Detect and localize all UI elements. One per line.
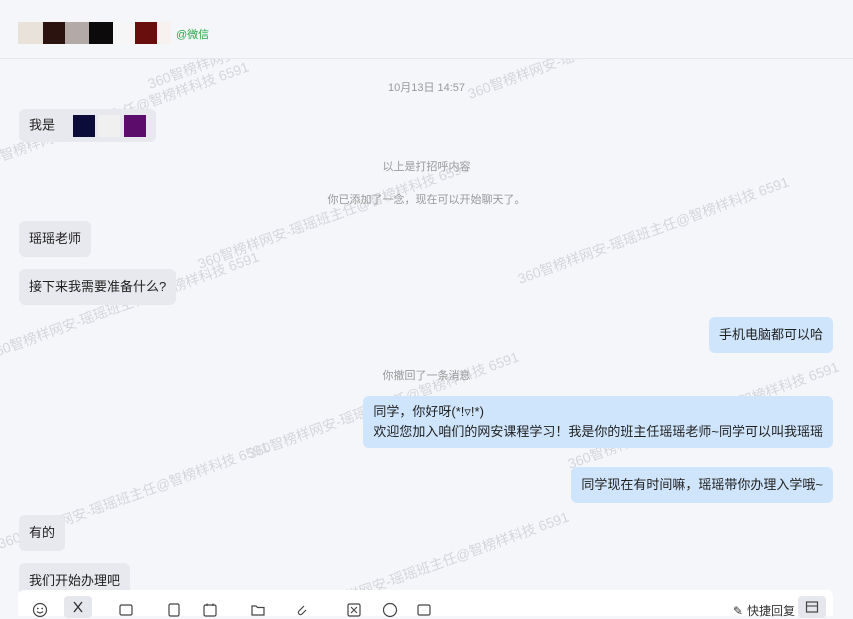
message-text-line: 同学，你好呀(*!▿!*) <box>373 404 484 419</box>
redaction-block <box>135 22 157 44</box>
watermark-text: 360智榜样网安-瑶瑶班主任@智榜样科技 6591 <box>0 248 261 361</box>
message-bubble[interactable]: 有的 <box>19 515 66 551</box>
image-icon[interactable] <box>118 602 134 618</box>
redaction-block <box>89 22 113 44</box>
message-bubble[interactable]: 接下来我需要准备什么? <box>19 269 177 305</box>
redaction-block <box>43 22 65 44</box>
redaction-block <box>98 115 121 137</box>
redaction-block <box>72 115 95 137</box>
message-bubble-sent[interactable]: 同学，你好呀(*!▿!*) 欢迎您加入咱们的网安课程学习！我是你的班主任瑶瑶老师… <box>363 396 833 448</box>
code-icon[interactable] <box>416 602 432 618</box>
quick-reply-button[interactable]: ✎ 快捷回复 <box>733 602 795 619</box>
wechat-suffix: @微信 <box>176 29 210 41</box>
document-icon[interactable] <box>166 602 182 618</box>
scissors-icon[interactable] <box>64 596 92 618</box>
message-bubble-sent[interactable]: 同学现在有时间嘛，瑶瑶带你办理入学哦~ <box>571 467 833 503</box>
contact-name-redacted <box>18 22 171 44</box>
message-bubble-sent[interactable]: 手机电脑都可以哈 <box>708 317 833 353</box>
redaction-block <box>123 115 146 137</box>
system-notice: 你已添加了一念，现在可以开始聊天了。 <box>327 194 526 206</box>
emoji-icon[interactable] <box>32 602 48 618</box>
redaction-block <box>65 22 89 44</box>
calendar-icon[interactable] <box>202 602 218 618</box>
message-text: 我是 <box>29 117 56 133</box>
watermark-text: 360智榜样网安-瑶瑶班主任@智榜样科技 6591 <box>196 158 472 271</box>
template-icon[interactable] <box>346 602 362 618</box>
expand-icon[interactable] <box>798 596 826 618</box>
chat-history-icon[interactable] <box>382 602 398 618</box>
input-toolbar: ✎ 快捷回复 <box>18 590 833 619</box>
system-notice: 以上是打招呼内容 <box>382 161 471 173</box>
message-text-line: 欢迎您加入咱们的网安课程学习！我是你的班主任瑶瑶老师~同学可以叫我瑶瑶 <box>373 424 823 439</box>
redaction-block <box>113 22 135 44</box>
quick-reply-icon: ✎ <box>732 604 743 618</box>
chat-header: @微信 <box>0 0 853 59</box>
attachment-icon[interactable] <box>294 602 310 618</box>
chat-message-area[interactable]: 360智榜样网安-瑶瑶班主任@智榜样科技 6591 360智榜样网安-瑶瑶班主任… <box>0 59 853 609</box>
message-timestamp: 10月13日 14:57 <box>387 82 466 94</box>
redaction-block <box>18 22 43 44</box>
system-notice: 你撤回了一条消息 <box>382 370 471 382</box>
redaction-block <box>157 22 171 44</box>
message-bubble[interactable]: 瑶瑶老师 <box>19 221 92 257</box>
quick-reply-label: 快捷回复 <box>746 604 795 618</box>
folder-icon[interactable] <box>250 602 266 618</box>
message-bubble-greeting[interactable]: 我是 <box>19 109 156 142</box>
